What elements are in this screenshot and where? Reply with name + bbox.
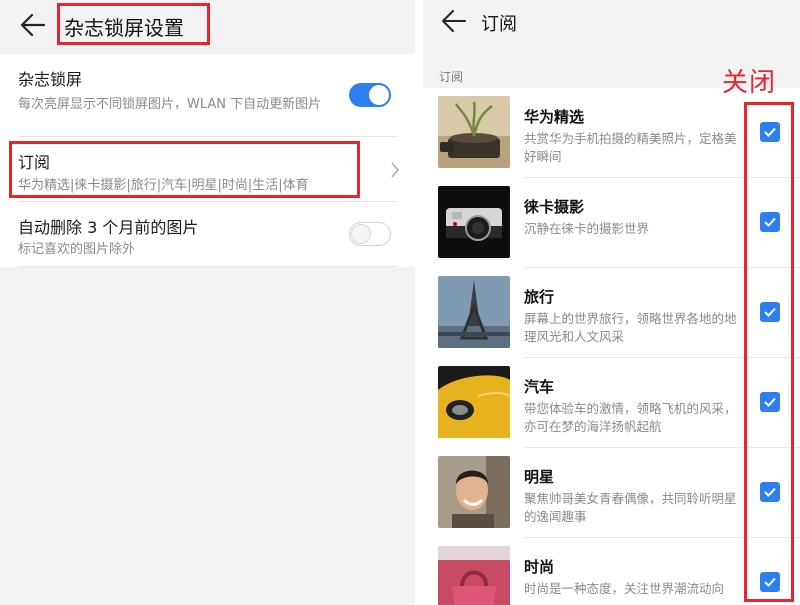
page-title: 订阅 [481,14,517,35]
section-label: 订阅 [439,70,464,84]
item-title: 徕卡摄影 [524,198,585,216]
top-bar: 订阅 [423,0,800,52]
item-title: 明星 [524,468,555,486]
back-arrow-icon[interactable] [441,8,467,34]
car-thumbnail [438,366,510,438]
fashion-thumbnail [438,546,510,605]
setting-subtitle: 每次亮屏显示不同锁屏图片，WLAN 下自动更新图片 [18,97,322,112]
magazine-lockscreen-row[interactable]: 杂志锁屏 每次亮屏显示不同锁屏图片，WLAN 下自动更新图片 [18,66,397,113]
huawei-featured-thumbnail [438,96,510,168]
back-arrow-icon[interactable] [20,12,46,38]
setting-title: 自动删除 3 个月前的图片 [18,218,199,237]
auto-delete-toggle[interactable] [349,222,391,246]
chevron-right-icon [389,160,401,180]
item-description: 共赏华为手机拍摄的精美照片，定格美好瞬间 [524,131,737,164]
setting-subtitle: 标记喜欢的图片除外 [18,242,136,257]
item-description: 聚焦帅哥美女青春偶像，共同聆听明星的逸闻趣事 [524,491,737,524]
magazine-lockscreen-toggle[interactable] [349,83,391,107]
item-title: 时尚 [524,558,555,576]
checkbox-column-highlight-box [744,102,794,602]
auto-delete-row[interactable]: 自动删除 3 个月前的图片 标记喜欢的图片除外 [18,214,397,258]
annotation-label: 关闭 [722,68,777,98]
item-title: 华为精选 [524,108,585,126]
item-description: 屏幕上的世界旅行，领略世界各地的地理风光和人文风采 [524,311,737,344]
celebrity-portrait-thumbnail [438,456,510,528]
item-description: 沉静在徕卡的摄影世界 [524,221,650,236]
item-title: 旅行 [524,288,555,306]
settings-panel: 杂志锁屏设置 杂志锁屏 每次亮屏显示不同锁屏图片，WLAN 下自动更新图片 订阅… [0,0,415,605]
item-description: 带您体验车的激情，领略飞机的风采，亦可在梦的海洋扬帆起航 [524,401,737,434]
title-highlight-box [57,3,210,45]
setting-title: 杂志锁屏 [18,70,83,89]
item-title: 汽车 [524,378,555,396]
leica-camera-thumbnail [438,186,510,258]
item-description: 时尚是一种态度，关注世界潮流动向 [524,581,725,596]
travel-eiffel-thumbnail [438,276,510,348]
subscription-highlight-box [9,141,360,198]
